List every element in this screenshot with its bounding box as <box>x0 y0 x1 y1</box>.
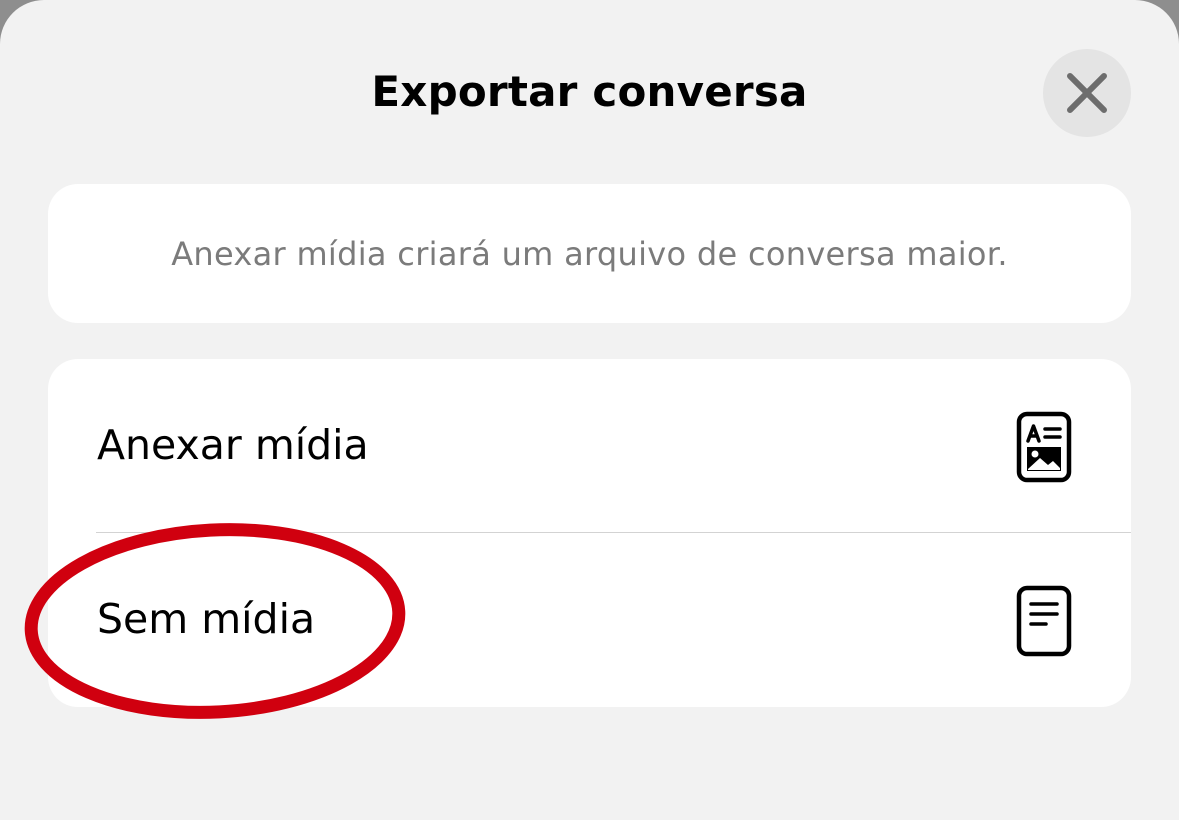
document-text-icon <box>1016 585 1072 657</box>
info-text: Anexar mídia criará um arquivo de conver… <box>171 234 1008 273</box>
attach-media-option[interactable]: Anexar mídia <box>48 359 1131 532</box>
close-icon <box>1067 73 1107 113</box>
no-media-option[interactable]: Sem mídia <box>48 533 1131 706</box>
no-media-label: Sem mídia <box>97 595 316 643</box>
close-button[interactable] <box>1043 49 1131 137</box>
export-chat-sheet: Exportar conversa Anexar mídia criará um… <box>0 0 1179 820</box>
export-options-list: Anexar mídia Sem mídia <box>48 359 1131 707</box>
info-card: Anexar mídia criará um arquivo de conver… <box>48 184 1131 323</box>
attach-media-label: Anexar mídia <box>97 421 369 469</box>
document-with-media-icon <box>1016 411 1072 483</box>
sheet-title: Exportar conversa <box>371 67 808 116</box>
